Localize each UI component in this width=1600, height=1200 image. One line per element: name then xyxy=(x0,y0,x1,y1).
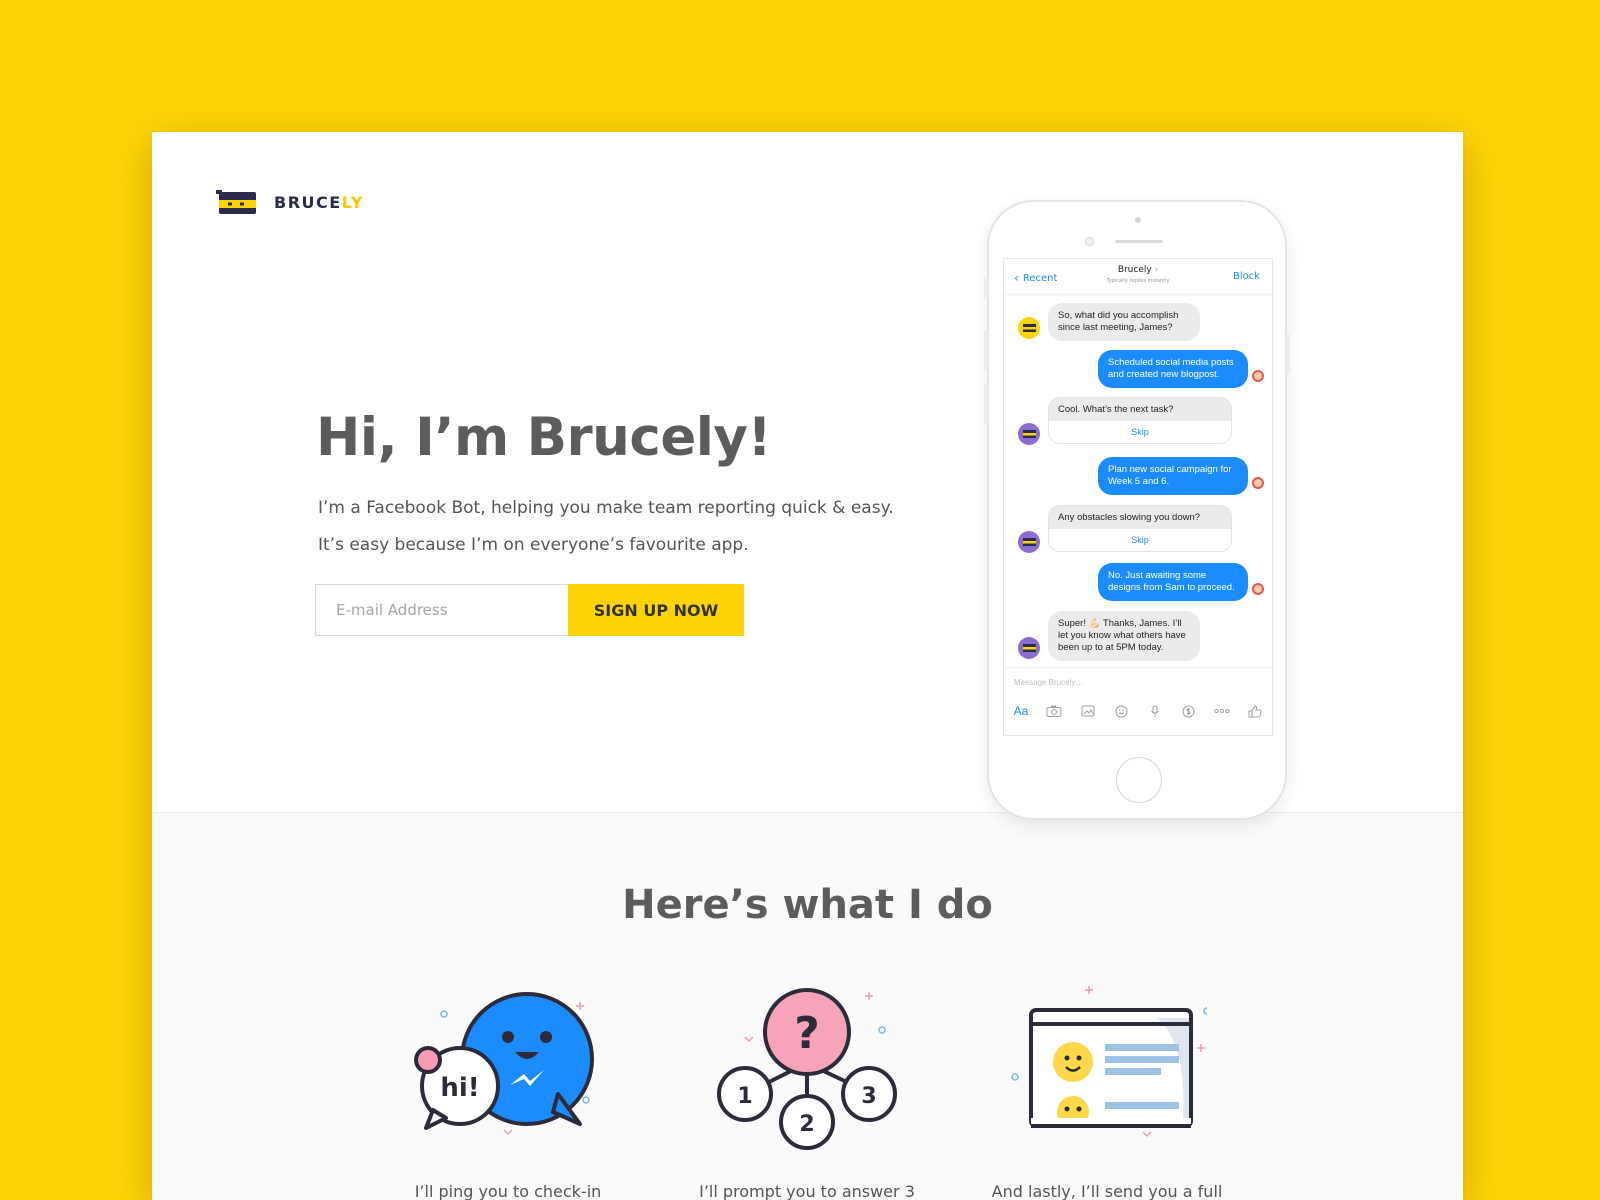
user-avatar xyxy=(1252,477,1264,489)
messenger-screen: ‹ Recent Brucely › Typically replies ins… xyxy=(1003,258,1273,736)
signup-button[interactable]: SIGN UP NOW xyxy=(568,584,744,636)
question-mark-text: ? xyxy=(794,1008,820,1059)
microphone-icon[interactable] xyxy=(1146,704,1164,718)
user-message: No. Just awaiting some designs from Sam … xyxy=(1098,563,1248,601)
features-title: Here’s what I do xyxy=(622,882,993,928)
question-node-3: 3 xyxy=(861,1084,876,1109)
phone-power-button xyxy=(1286,334,1290,374)
contact-name: Brucely › xyxy=(1117,265,1159,275)
landing-page: BRUCELY Hi, I’m Brucely! I’m a Facebook … xyxy=(152,132,1463,1200)
report-card-icon xyxy=(1011,986,1211,1138)
bot-avatar xyxy=(1018,637,1040,659)
feature-questions-text: I’ll prompt you to answer 3 xyxy=(699,1182,915,1200)
phone-camera xyxy=(1085,237,1094,246)
user-avatar xyxy=(1252,583,1264,595)
phone-speaker xyxy=(1115,240,1163,243)
phone-mute-switch xyxy=(984,277,988,299)
bot-message: Any obstacles slowing you down? xyxy=(1049,506,1231,529)
chat-thread: So, what did you accomplish since last m… xyxy=(1004,295,1272,667)
feature-questions: ? 1 2 3 xyxy=(707,982,907,1152)
contact-status: Typically replies instantly xyxy=(1106,278,1170,284)
skip-button[interactable]: Skip xyxy=(1049,529,1231,551)
feature-report-text: And lastly, I’ll send you a full xyxy=(991,1182,1223,1200)
phone-mockup: ‹ Recent Brucely › Typically replies ins… xyxy=(984,200,1290,820)
bot-avatar xyxy=(1018,423,1040,445)
hero-subtitle-2: It’s easy because I’m on everyone’s favo… xyxy=(318,535,749,555)
email-field[interactable] xyxy=(315,584,568,636)
message-input[interactable]: Message Brucely… xyxy=(1014,678,1083,687)
question-node-1: 1 xyxy=(737,1084,752,1109)
gallery-icon[interactable] xyxy=(1079,704,1097,718)
chevron-right-icon: › xyxy=(1154,265,1159,275)
hero-title: Hi, I’m Brucely! xyxy=(316,407,772,468)
bot-avatar xyxy=(1018,317,1040,339)
feature-report xyxy=(1007,982,1211,1152)
phone-volume-down xyxy=(984,384,988,424)
phone-volume-up xyxy=(984,330,988,370)
payment-icon[interactable] xyxy=(1179,704,1197,718)
user-message: Scheduled social media posts and created… xyxy=(1098,350,1248,388)
bot-question-card: Any obstacles slowing you down? Skip xyxy=(1048,505,1232,552)
bot-avatar xyxy=(1018,531,1040,553)
emoji-icon[interactable] xyxy=(1112,704,1130,718)
questions-icon: ? 1 2 3 xyxy=(717,988,897,1150)
ninja-logo-icon xyxy=(216,188,258,216)
hero-subtitle: I’m a Facebook Bot, helping you make tea… xyxy=(318,498,894,518)
message-composer: Message Brucely… Aa xyxy=(1004,667,1272,735)
bot-message: So, what did you accomplish since last m… xyxy=(1048,303,1200,341)
feature-checkin: hi! xyxy=(408,982,608,1152)
brand-logo[interactable]: BRUCELY xyxy=(216,188,364,216)
messenger-hi-icon: hi! xyxy=(414,992,594,1136)
phone-sensor xyxy=(1135,217,1141,223)
question-node-2: 2 xyxy=(799,1112,814,1137)
bot-message: Super! 💪🏻 Thanks, James. I’ll let you kn… xyxy=(1048,611,1200,661)
thumbs-up-icon[interactable] xyxy=(1246,704,1264,718)
brand-name-main: BRUCE xyxy=(274,192,342,212)
hi-bubble-text: hi! xyxy=(440,1073,479,1103)
text-format-icon[interactable]: Aa xyxy=(1012,704,1030,718)
block-button[interactable]: Block xyxy=(1233,271,1260,282)
signup-form: SIGN UP NOW xyxy=(315,584,744,636)
bot-message: Cool. What’s the next task? xyxy=(1049,398,1231,421)
user-message: Plan new social campaign for Week 5 and … xyxy=(1098,457,1248,495)
brand-name-accent: LY xyxy=(341,192,364,212)
feature-checkin-text: I’ll ping you to check-in xyxy=(414,1182,602,1200)
brand-name: BRUCELY xyxy=(274,193,364,212)
composer-toolbar: Aa xyxy=(1012,704,1264,718)
home-button xyxy=(1116,757,1162,803)
messenger-header: ‹ Recent Brucely › Typically replies ins… xyxy=(1004,259,1272,295)
skip-button[interactable]: Skip xyxy=(1049,421,1231,443)
bot-question-card: Cool. What’s the next task? Skip xyxy=(1048,397,1232,444)
contact-info[interactable]: Brucely › Typically replies instantly xyxy=(1004,265,1272,284)
user-avatar xyxy=(1252,370,1264,382)
camera-icon[interactable] xyxy=(1045,704,1063,718)
more-icon[interactable] xyxy=(1213,704,1231,718)
